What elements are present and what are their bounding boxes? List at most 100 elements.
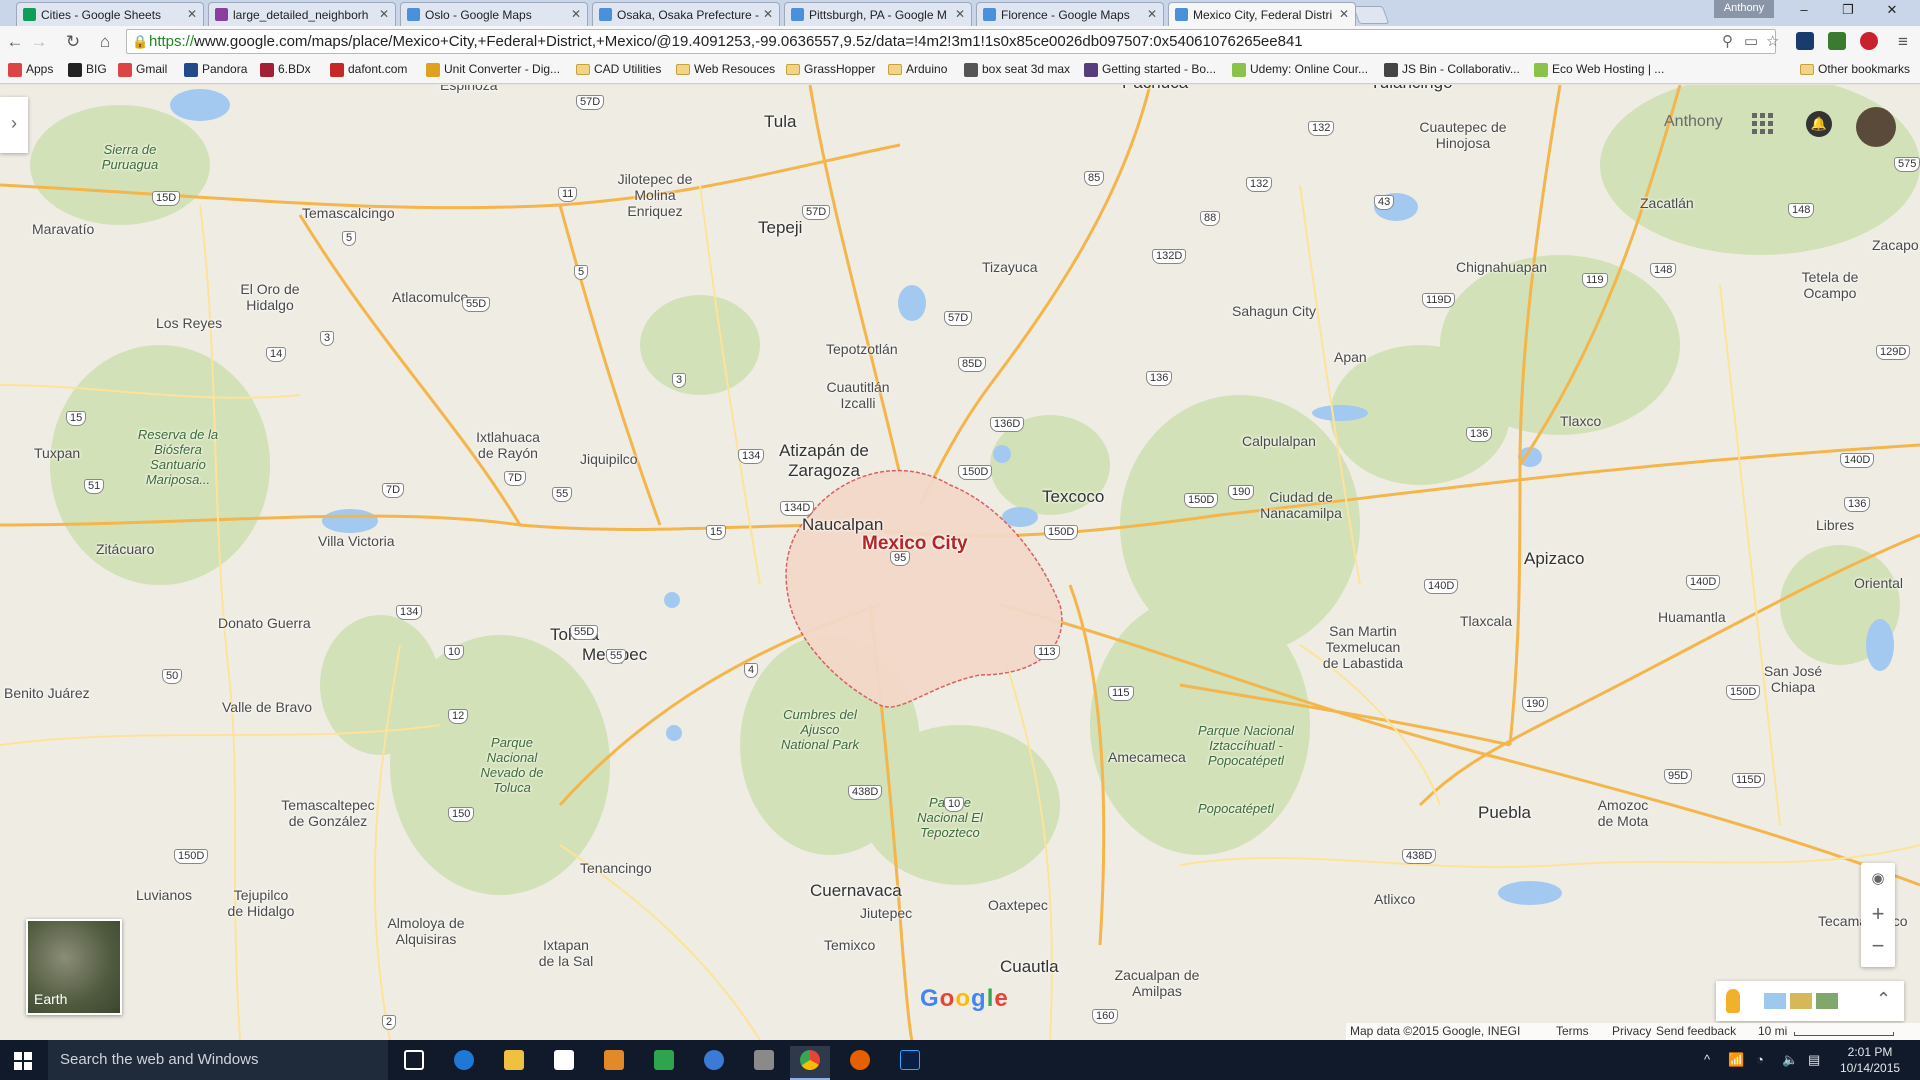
chrome-icon[interactable]	[790, 1046, 830, 1080]
scale-label[interactable]: 10 mi	[1758, 1024, 1787, 1038]
store-icon[interactable]	[544, 1046, 584, 1080]
close-window-button[interactable]: ✕	[1872, 2, 1912, 22]
close-tab-icon[interactable]: ✕	[1339, 7, 1349, 21]
home-button[interactable]: ⌂	[94, 32, 116, 52]
notification-center-icon[interactable]: ▤	[1808, 1052, 1820, 1068]
map-label-place: Maravatío	[32, 221, 95, 237]
extension-icon[interactable]	[1796, 32, 1814, 50]
firefox-icon[interactable]	[840, 1046, 880, 1080]
close-tab-icon[interactable]: ✕	[955, 7, 965, 21]
app-icon[interactable]	[744, 1046, 784, 1080]
minimize-button[interactable]: –	[1784, 2, 1824, 22]
extension-icon[interactable]	[1828, 32, 1846, 50]
notifications-bell-icon[interactable]: 🔔	[1806, 111, 1832, 137]
map-label-place: Temixco	[824, 937, 876, 953]
pinterest-icon[interactable]	[1860, 32, 1878, 50]
terrain-layer-icon[interactable]	[1816, 993, 1838, 1009]
photoshop-icon[interactable]	[890, 1046, 930, 1080]
map-label-place: Pachuca	[1122, 85, 1188, 93]
close-tab-icon[interactable]: ✕	[379, 7, 389, 21]
bookmark-folder-cad[interactable]: CAD Utilities	[576, 62, 661, 76]
windows-start-button[interactable]	[14, 1052, 32, 1070]
map-label-place: Ixtapan de la Sal	[538, 937, 594, 969]
expand-sidepanel-button[interactable]: ›	[0, 97, 28, 153]
tab-cities-sheets[interactable]: Cities - Google Sheets ✕	[16, 2, 204, 26]
chevron-up-icon[interactable]: ⌃	[1876, 989, 1891, 1010]
system-clock[interactable]: 2:01 PM 10/14/2015	[1840, 1044, 1900, 1076]
bookmark-other[interactable]: Other bookmarks	[1800, 62, 1910, 76]
close-tab-icon[interactable]: ✕	[187, 7, 197, 21]
map-label-place: Puebla	[1478, 803, 1531, 822]
bookmark-jsbin[interactable]: JS Bin - Collaborativ...	[1384, 62, 1520, 77]
bookmark-dafont[interactable]: dafont.com	[330, 62, 407, 77]
bookmark-folder-arduino[interactable]: Arduino	[888, 62, 947, 76]
close-tab-icon[interactable]: ✕	[571, 7, 581, 21]
bookmark-folder-web[interactable]: Web Resouces	[676, 62, 775, 76]
file-explorer-icon[interactable]	[494, 1046, 534, 1080]
map-label-place: Zitácuaro	[96, 541, 155, 557]
close-tab-icon[interactable]: ✕	[1147, 7, 1157, 21]
chrome-menu-button[interactable]: ≡	[1892, 32, 1914, 52]
bookmark-udemy[interactable]: Udemy: Online Cour...	[1232, 62, 1368, 77]
tab-mexico-city[interactable]: Mexico City, Federal Distri ✕	[1168, 2, 1356, 26]
map-label-capital: Mexico City	[862, 533, 968, 554]
tab-oslo[interactable]: Oslo - Google Maps ✕	[400, 2, 588, 26]
bookmark-label: JS Bin - Collaborativ...	[1402, 62, 1520, 76]
earth-view-toggle[interactable]: Earth	[26, 919, 122, 1015]
wifi-icon[interactable]: ◔	[1756, 1052, 1764, 1067]
star-icon[interactable]: ☆	[1766, 32, 1779, 50]
bookmark-6bdx[interactable]: 6.BDx	[260, 62, 311, 77]
volume-icon[interactable]: 🔈	[1782, 1052, 1798, 1068]
task-view-icon[interactable]	[394, 1046, 434, 1080]
tab-pittsburgh[interactable]: Pittsburgh, PA - Google M ✕	[784, 2, 972, 26]
edge-icon[interactable]	[444, 1046, 484, 1080]
bookmark-box-seat[interactable]: box seat 3d max	[964, 62, 1070, 77]
new-tab-button[interactable]	[1352, 6, 1390, 24]
bookmark-big[interactable]: BIG	[68, 62, 107, 77]
reload-button[interactable]: ↻	[62, 32, 84, 52]
pegman-icon[interactable]	[1726, 989, 1740, 1013]
forward-button[interactable]: →	[28, 32, 50, 52]
media-player-icon[interactable]	[594, 1046, 634, 1080]
map-label-place: Temascalcingo	[302, 205, 395, 221]
highway-shield: 132	[1246, 177, 1273, 192]
send-feedback-link[interactable]: Send feedback	[1656, 1024, 1736, 1038]
zoom-in-button[interactable]: +	[1861, 901, 1895, 927]
network-icon[interactable]: 📶	[1728, 1052, 1744, 1068]
bookmark-unit-converter[interactable]: Unit Converter - Dig...	[426, 62, 560, 77]
bookmark-folder-grasshopper[interactable]: GrassHopper	[786, 62, 875, 76]
tray-overflow-chevron[interactable]: ^	[1704, 1052, 1710, 1067]
terms-link[interactable]: Terms	[1556, 1024, 1589, 1038]
privacy-link[interactable]: Privacy	[1612, 1024, 1651, 1038]
search-icon[interactable]: ⚲	[1722, 32, 1733, 50]
highway-shield: 438D	[1402, 849, 1437, 864]
profile-button[interactable]: Anthony	[1714, 0, 1774, 18]
bookmark-eco-web[interactable]: Eco Web Hosting | ...	[1534, 62, 1664, 77]
account-avatar[interactable]	[1856, 107, 1896, 147]
map-label-place: San José Chiapa	[1763, 663, 1823, 695]
traffic-layer-icon[interactable]	[1790, 993, 1812, 1009]
my-location-icon[interactable]: ◉	[1861, 869, 1895, 887]
bookmark-bootstrap[interactable]: Getting started - Bo...	[1084, 62, 1216, 77]
google-apps-icon[interactable]	[1752, 113, 1774, 135]
network-app-icon[interactable]	[694, 1046, 734, 1080]
map-label-place: El Oro de Hidalgo	[240, 281, 300, 313]
tab-neighborhood[interactable]: large_detailed_neighborh ✕	[208, 2, 396, 26]
page-icon[interactable]: ▭	[1744, 32, 1758, 50]
zoom-out-button[interactable]: −	[1861, 933, 1895, 959]
highway-shield: 15	[706, 525, 727, 540]
tab-florence[interactable]: Florence - Google Maps ✕	[976, 2, 1164, 26]
bookmark-gmail[interactable]: Gmail	[118, 62, 167, 77]
cortana-search-box[interactable]: Search the web and Windows	[48, 1040, 388, 1080]
close-tab-icon[interactable]: ✕	[763, 7, 773, 21]
stocks-icon[interactable]	[644, 1046, 684, 1080]
map-canvas[interactable]: Pachuca Tulancingo Espinoza Tula Cuautep…	[0, 85, 1920, 1040]
transit-layer-icon[interactable]	[1764, 993, 1786, 1009]
tab-osaka[interactable]: Osaka, Osaka Prefecture - ✕	[592, 2, 780, 26]
restore-button[interactable]: ❐	[1828, 2, 1868, 22]
address-bar[interactable]: 🔒 https://www.google.com/maps/place/Mexic…	[126, 29, 1776, 54]
clock-date: 10/14/2015	[1840, 1061, 1901, 1075]
bookmark-apps[interactable]: Apps	[8, 62, 53, 77]
bookmark-pandora[interactable]: Pandora	[184, 62, 247, 77]
back-button[interactable]: ←	[4, 32, 26, 52]
